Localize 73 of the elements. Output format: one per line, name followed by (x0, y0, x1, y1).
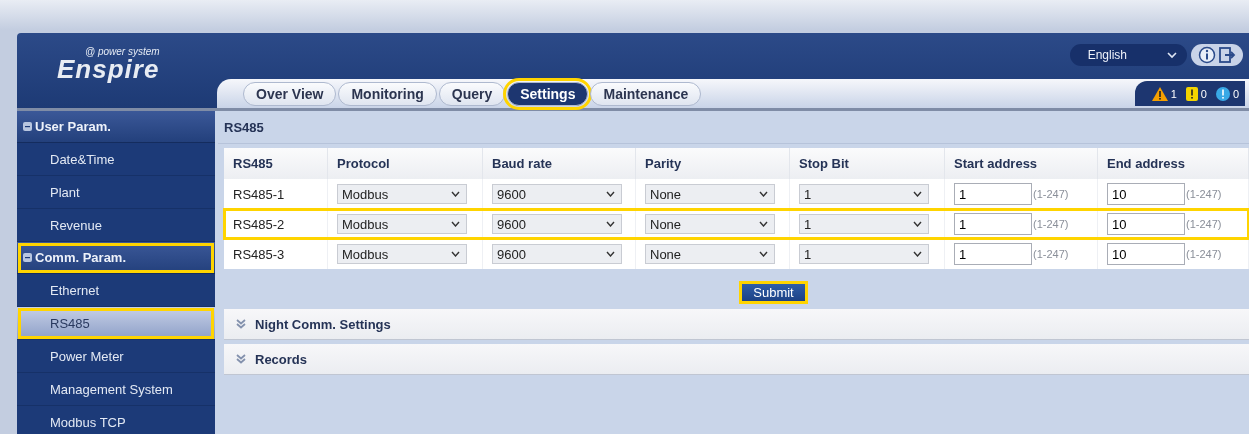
column-header: Stop Bit (790, 148, 945, 179)
minus-icon (23, 253, 32, 262)
range-hint: (1-247) (1186, 218, 1222, 230)
submit-button[interactable]: Submit (739, 281, 808, 304)
input-field[interactable]: 1 (954, 243, 1032, 265)
dropdown[interactable]: None (645, 184, 775, 204)
dropdown[interactable]: 9600 (492, 184, 622, 204)
nav-tab[interactable]: Over View (243, 81, 337, 106)
alarm-count: 1 (1170, 87, 1177, 100)
column-header: Baud rate (483, 148, 636, 179)
dropdown[interactable]: 9600 (492, 214, 622, 234)
dropdown[interactable]: Modbus (337, 214, 467, 234)
dropdown[interactable]: 1 (799, 244, 929, 264)
column-header: Protocol (328, 148, 483, 179)
caret-icon (759, 191, 768, 197)
sidebar-group[interactable]: User Param. (17, 111, 215, 143)
nav-tab[interactable]: Query (438, 81, 506, 106)
input-field[interactable]: 1 (954, 213, 1032, 235)
range-hint: (1-247) (1033, 218, 1069, 230)
range-hint: (1-247) (1033, 248, 1069, 260)
column-header: End address (1098, 148, 1249, 179)
port-name: RS485-3 (233, 246, 285, 262)
sidebar-item[interactable]: RS485 (17, 307, 215, 340)
info-icon[interactable] (1198, 46, 1216, 64)
notice-icon (1214, 85, 1231, 102)
range-hint: (1-247) (1186, 248, 1222, 260)
input-field[interactable]: 10 (1107, 243, 1185, 265)
nav-tab[interactable]: Maintenance (590, 81, 702, 106)
dropdown[interactable]: None (645, 214, 775, 234)
alarm-count: 0 (1200, 87, 1207, 100)
caret-icon (913, 191, 922, 197)
minus-icon (23, 122, 32, 131)
section-header[interactable]: Records (224, 344, 1249, 375)
range-hint: (1-247) (1186, 188, 1222, 200)
double-chevron-icon (236, 319, 246, 329)
section-header[interactable]: Night Comm. Settings (224, 309, 1249, 340)
dropdown[interactable]: None (645, 244, 775, 264)
caret-icon (759, 251, 768, 257)
caret-icon (451, 191, 460, 197)
caret-icon (759, 221, 768, 227)
caret-icon (606, 221, 615, 227)
input-field[interactable]: 1 (954, 183, 1032, 205)
caret-icon (606, 191, 615, 197)
column-header: Start address (945, 148, 1098, 179)
dropdown[interactable]: 9600 (492, 244, 622, 264)
logout-icon[interactable] (1218, 46, 1236, 64)
sidebar-group[interactable]: Comm. Param. (17, 242, 215, 274)
caret-icon (913, 251, 922, 257)
double-chevron-icon (236, 354, 246, 364)
logo-subtitle: @ power system (85, 47, 160, 57)
input-field[interactable]: 10 (1107, 213, 1185, 235)
caret-icon (451, 221, 460, 227)
input-field[interactable]: 10 (1107, 183, 1185, 205)
caret-icon (913, 221, 922, 227)
alarm-count: 0 (1232, 87, 1239, 100)
nav-tab[interactable]: Monitoring (338, 81, 437, 106)
column-header: RS485 (224, 148, 328, 179)
warning-icon (1150, 85, 1169, 102)
caret-icon (606, 251, 615, 257)
dropdown[interactable]: Modbus (337, 184, 467, 204)
logo: Enspire (57, 57, 160, 81)
dropdown[interactable]: 1 (799, 184, 929, 204)
range-hint: (1-247) (1033, 188, 1069, 200)
caret-icon (451, 251, 460, 257)
page-title: RS485 (218, 111, 1249, 144)
dropdown[interactable]: 1 (799, 214, 929, 234)
dropdown[interactable]: Modbus (337, 244, 467, 264)
port-name: RS485-1 (233, 186, 285, 202)
port-name: RS485-2 (233, 216, 285, 232)
language-dropdown[interactable]: English (1069, 44, 1187, 66)
column-header: Parity (636, 148, 790, 179)
caret-icon (1167, 51, 1177, 59)
alert-icon (1184, 85, 1199, 102)
